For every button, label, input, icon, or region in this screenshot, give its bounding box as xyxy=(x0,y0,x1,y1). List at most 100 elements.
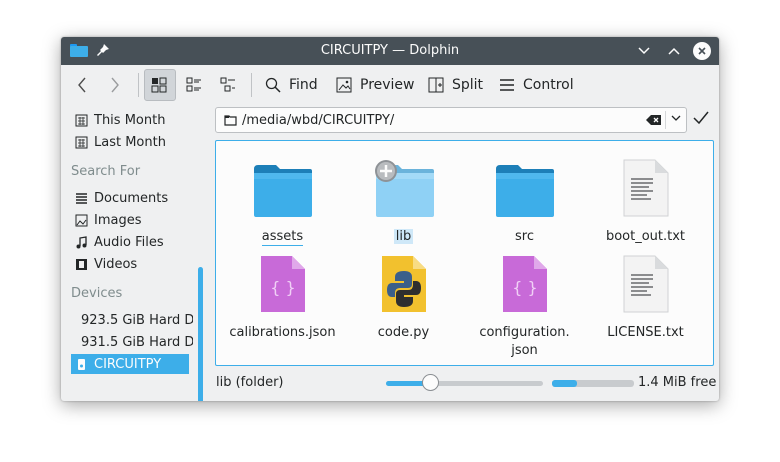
forward-button[interactable] xyxy=(104,69,132,101)
file-item-license[interactable]: LICENSE.txt xyxy=(585,249,706,359)
details-view-icon xyxy=(220,77,235,92)
file-item-code-py[interactable]: code.py xyxy=(343,249,464,359)
places-item-label: Documents xyxy=(94,190,169,206)
places-item-label: 923.5 GiB Hard Drive xyxy=(81,312,193,328)
details-view-button[interactable] xyxy=(214,69,244,101)
svg-text:{ }: { } xyxy=(270,278,295,297)
file-name-line1: configuration. xyxy=(479,325,570,340)
file-name-line2: json xyxy=(511,343,538,358)
places-item-audio-files[interactable]: Audio Files xyxy=(75,232,193,252)
location-bar[interactable]: /media/wbd/CIRCUITPY/ xyxy=(215,107,687,133)
space-info-bar[interactable] xyxy=(552,380,634,387)
image-icon xyxy=(75,214,88,226)
file-name: boot_out.txt xyxy=(605,229,686,244)
places-item-label: 931.5 GiB Hard Drive xyxy=(81,334,193,350)
close-button[interactable] xyxy=(693,42,711,60)
icons-view-button[interactable] xyxy=(144,69,176,101)
places-item-this-month[interactable]: This Month xyxy=(75,110,193,130)
arrow-right-icon xyxy=(111,77,119,93)
maximize-button[interactable] xyxy=(663,40,685,62)
toolbar-separator xyxy=(251,73,252,97)
location-separator xyxy=(665,111,666,129)
back-button[interactable] xyxy=(71,69,99,101)
free-space-label: 1.4 MiB free xyxy=(638,375,717,390)
chevron-up-icon xyxy=(668,47,680,55)
text-file-icon xyxy=(623,255,668,313)
places-item-last-month[interactable]: Last Month xyxy=(75,132,193,152)
folder-icon xyxy=(374,160,434,217)
image-preview-icon xyxy=(336,77,352,93)
zoom-slider[interactable] xyxy=(386,374,543,391)
places-item-images[interactable]: Images xyxy=(75,210,193,230)
toolbar-separator xyxy=(138,73,139,97)
places-item-label: Videos xyxy=(94,256,138,272)
location-path-input[interactable]: /media/wbd/CIRCUITPY/ xyxy=(242,113,394,128)
zoom-slider-handle[interactable] xyxy=(422,374,439,391)
json-file-icon: { } xyxy=(260,256,305,312)
music-icon xyxy=(76,235,87,248)
window-title: CIRCUITPY — Dolphin xyxy=(320,43,460,58)
space-info-fill xyxy=(552,380,577,387)
calendar-icon xyxy=(75,136,88,148)
places-item-videos[interactable]: Videos xyxy=(75,254,193,274)
file-name: code.py xyxy=(377,325,430,340)
places-item-label: Audio Files xyxy=(94,234,164,250)
file-view[interactable]: assets lib src boot_out.txt { } calibrat xyxy=(215,140,714,366)
places-item-label: This Month xyxy=(94,112,166,128)
folder-icon xyxy=(224,115,237,126)
close-icon xyxy=(698,47,706,55)
icons-view-icon xyxy=(151,77,167,93)
video-icon xyxy=(76,258,87,270)
clear-text-icon[interactable] xyxy=(646,114,662,126)
places-item-label: Last Month xyxy=(94,134,166,150)
folder-icon xyxy=(253,165,312,217)
file-name: lib xyxy=(393,229,414,244)
status-text: lib (folder) xyxy=(216,375,284,390)
json-file-icon: { } xyxy=(502,256,547,312)
python-file-icon xyxy=(381,256,426,312)
file-item-configuration[interactable]: { } configuration. json xyxy=(464,249,585,359)
arrow-left-icon xyxy=(78,77,86,93)
file-item-lib[interactable]: lib xyxy=(343,153,464,253)
devices-header: Devices xyxy=(71,286,123,301)
preview-label: Preview xyxy=(360,77,415,93)
chevron-down-icon[interactable] xyxy=(671,115,681,122)
compact-view-button[interactable] xyxy=(180,69,210,101)
minimize-button[interactable] xyxy=(633,40,655,62)
find-button[interactable]: Find xyxy=(259,69,324,101)
document-icon xyxy=(76,192,87,204)
places-item-label: Images xyxy=(94,212,142,228)
checkmark-icon[interactable] xyxy=(693,111,709,125)
split-button[interactable]: Split xyxy=(422,69,489,101)
file-item-assets[interactable]: assets xyxy=(222,153,343,253)
file-item-src[interactable]: src xyxy=(464,153,585,253)
search-icon xyxy=(265,77,281,93)
split-label: Split xyxy=(452,77,484,93)
file-item-boot-out[interactable]: boot_out.txt xyxy=(585,153,706,253)
file-item-calibrations[interactable]: { } calibrations.json xyxy=(222,249,343,359)
chevron-down-icon xyxy=(638,47,650,55)
places-item-documents[interactable]: Documents xyxy=(75,188,193,208)
find-label: Find xyxy=(289,77,318,93)
main-toolbar: Find Preview Split Control xyxy=(61,65,719,105)
places-item-hard-drive-1[interactable]: 923.5 GiB Hard Drive xyxy=(75,310,193,330)
file-name: calibrations.json xyxy=(229,325,336,340)
control-label: Control xyxy=(523,77,574,93)
split-view-icon xyxy=(428,77,444,93)
control-menu-button[interactable]: Control xyxy=(493,69,580,101)
preview-button[interactable]: Preview xyxy=(330,69,421,101)
file-name: LICENSE.txt xyxy=(607,325,684,340)
title-bar[interactable]: CIRCUITPY — Dolphin xyxy=(61,37,719,65)
places-panel: This Month Last Month Search For Documen… xyxy=(61,105,206,401)
folder-icon xyxy=(495,165,554,217)
search-for-header: Search For xyxy=(71,164,141,179)
places-item-hard-drive-2[interactable]: 931.5 GiB Hard Drive xyxy=(75,332,193,352)
svg-text:{ }: { } xyxy=(512,278,537,297)
status-bar: lib (folder) 1.4 MiB free xyxy=(61,369,719,397)
calendar-icon xyxy=(75,114,88,126)
file-name: assets xyxy=(261,229,304,246)
text-file-icon xyxy=(623,159,668,217)
compact-view-icon xyxy=(186,77,201,92)
file-name: src xyxy=(515,229,534,244)
hamburger-menu-icon xyxy=(500,79,514,91)
